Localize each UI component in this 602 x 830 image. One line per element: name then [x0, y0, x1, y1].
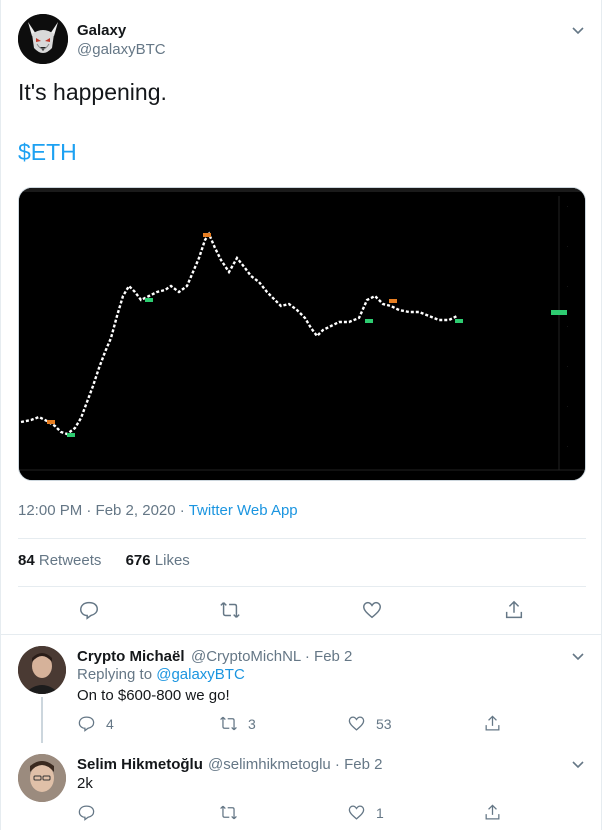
- divider: [18, 586, 586, 587]
- svg-text:·: ·: [567, 284, 568, 289]
- tweet-timestamp[interactable]: 12:00 PM · Feb 2, 2020: [18, 502, 176, 519]
- reply-author-name[interactable]: Selim Hikmetoğlu: [77, 756, 203, 773]
- author-avatar[interactable]: [18, 14, 68, 64]
- chart-image[interactable]: · · · · · · ·: [18, 187, 586, 481]
- reply-action[interactable]: [77, 803, 106, 822]
- chevron-down-icon[interactable]: [570, 756, 586, 772]
- like-icon[interactable]: [361, 599, 383, 621]
- svg-text:·: ·: [567, 204, 568, 209]
- svg-text:·: ·: [567, 244, 568, 249]
- reply-avatar[interactable]: [18, 754, 66, 802]
- like-count: 1: [376, 804, 384, 821]
- reply-avatar[interactable]: [18, 646, 66, 694]
- replying-to: Replying to @galaxyBTC: [77, 666, 245, 683]
- retweet-icon: [220, 716, 237, 731]
- reply-count: 4: [106, 715, 114, 732]
- reply-text: 2k: [77, 775, 93, 792]
- likes-count: 676: [125, 552, 151, 569]
- like-action[interactable]: 1: [347, 803, 384, 822]
- reply-icon[interactable]: [78, 599, 100, 621]
- tweet-source[interactable]: Twitter Web App: [189, 502, 298, 519]
- likes-label: Likes: [154, 552, 190, 569]
- meta-separator: ·: [179, 502, 189, 519]
- retweets-count: 84: [18, 552, 35, 569]
- author-name[interactable]: Galaxy: [77, 22, 126, 39]
- retweet-icon[interactable]: [219, 599, 241, 621]
- author-handle[interactable]: @galaxyBTC: [77, 41, 166, 58]
- svg-text:·: ·: [567, 404, 568, 409]
- retweets-stat[interactable]: 84 Retweets: [18, 552, 101, 569]
- chevron-down-icon[interactable]: [570, 22, 586, 38]
- tweet-meta: 12:00 PM · Feb 2, 2020 · Twitter Web App: [18, 502, 298, 519]
- tweet-stats: 84 Retweets 676 Likes: [18, 552, 210, 569]
- divider: [18, 538, 586, 539]
- like-action[interactable]: 53: [347, 714, 392, 733]
- share-action[interactable]: [483, 714, 512, 733]
- svg-text:·: ·: [567, 364, 568, 369]
- reply-text: On to $600-800 we go!: [77, 687, 230, 704]
- like-icon: [348, 805, 365, 820]
- replying-label: Replying to: [77, 666, 153, 683]
- chevron-down-icon[interactable]: [570, 648, 586, 664]
- profile-photo-icon: [18, 646, 66, 694]
- candlestick-chart-graphic: · · · · · · ·: [19, 188, 585, 480]
- retweets-label: Retweets: [38, 552, 102, 569]
- profile-photo-icon: [18, 754, 66, 802]
- tweet-text: It's happening.: [18, 79, 167, 105]
- share-icon: [485, 715, 500, 731]
- reply-action[interactable]: 4: [77, 714, 114, 733]
- svg-text:·: ·: [567, 444, 568, 449]
- like-icon: [348, 716, 365, 731]
- replying-to-link[interactable]: @galaxyBTC: [156, 666, 245, 683]
- share-action[interactable]: [483, 803, 512, 822]
- retweet-icon: [220, 805, 237, 820]
- share-icon[interactable]: [503, 599, 525, 621]
- reply-author-handle[interactable]: @selimhikmetoglu · Feb 2: [208, 756, 382, 773]
- tweet-thread: Galaxy @galaxyBTC It's happening. $ETH ·…: [0, 0, 602, 830]
- retweet-action[interactable]: [219, 803, 248, 822]
- wolf-avatar-icon: [18, 14, 68, 64]
- like-count: 53: [376, 715, 392, 732]
- reply-icon: [78, 805, 95, 821]
- reply-icon: [78, 716, 95, 732]
- share-icon: [485, 804, 500, 820]
- reply-author-name[interactable]: Crypto Michaël: [77, 648, 185, 665]
- thread-connector: [41, 697, 43, 743]
- cashtag-link[interactable]: $ETH: [18, 138, 77, 166]
- svg-text:·: ·: [567, 324, 568, 329]
- retweet-action[interactable]: 3: [219, 714, 256, 733]
- divider: [1, 634, 602, 635]
- retweet-count: 3: [248, 715, 256, 732]
- reply-author-handle[interactable]: @CryptoMichNL · Feb 2: [191, 648, 352, 665]
- likes-stat[interactable]: 676 Likes: [126, 552, 190, 569]
